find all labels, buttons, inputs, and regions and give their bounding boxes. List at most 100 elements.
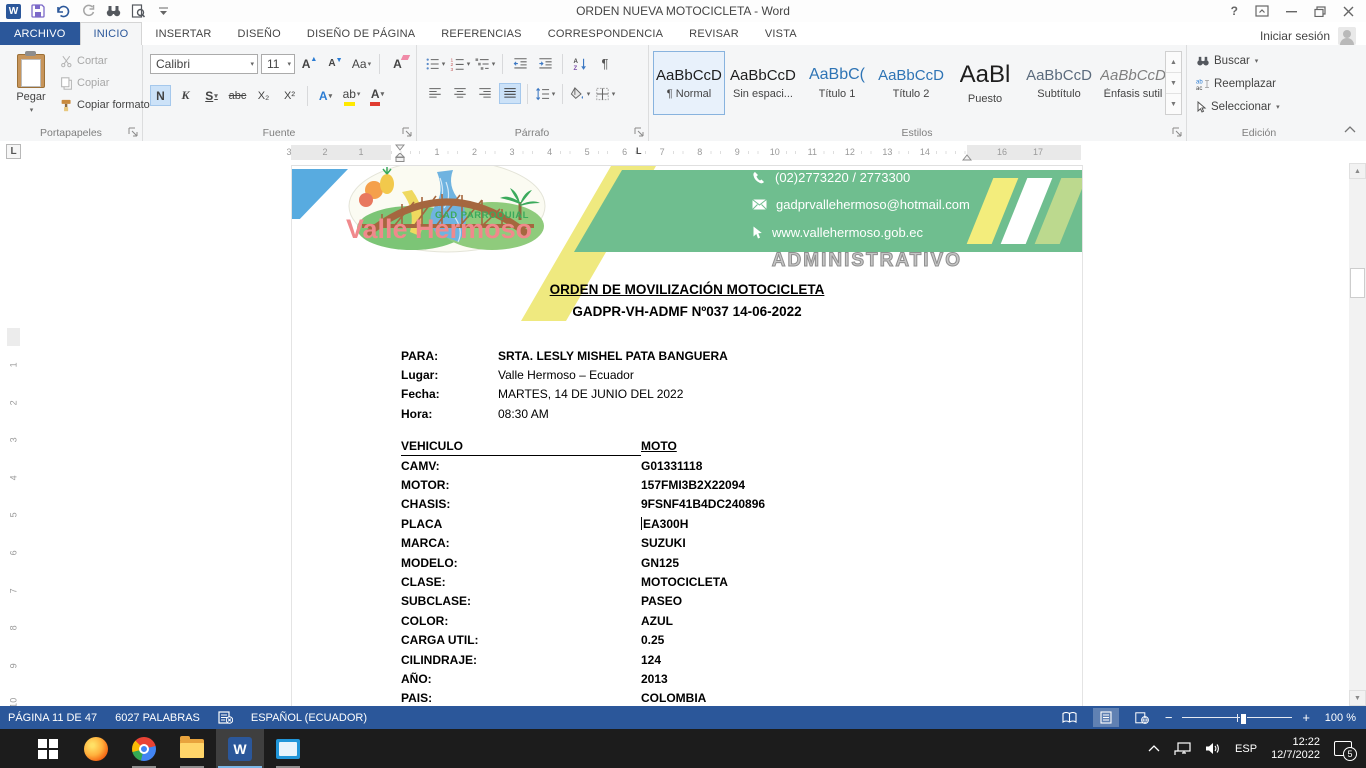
sort-button[interactable]: AZ — [569, 53, 591, 74]
collapse-ribbon-icon[interactable] — [1344, 126, 1356, 133]
subscript-button[interactable]: X₂ — [252, 85, 275, 106]
bold-button[interactable]: N — [150, 85, 171, 106]
right-indent-marker[interactable] — [962, 154, 972, 161]
ribbon-display-options-icon[interactable] — [1255, 5, 1269, 17]
scroll-up-icon[interactable]: ▲ — [1349, 163, 1366, 179]
scrollbar-thumb[interactable] — [1350, 268, 1365, 298]
multilevel-list-button[interactable]: ▾ — [474, 53, 496, 74]
format-painter-button[interactable]: Copiar formato — [60, 97, 150, 113]
underline-button[interactable]: S▾ — [200, 85, 223, 106]
increase-indent-button[interactable] — [534, 53, 556, 74]
zoom-out-icon[interactable]: − — [1165, 710, 1173, 725]
zoom-slider-handle[interactable] — [1240, 713, 1247, 725]
borders-button[interactable]: ▾ — [594, 83, 616, 104]
find-button[interactable]: Buscar▾ — [1196, 53, 1280, 69]
print-preview-icon[interactable] — [130, 3, 146, 19]
change-case-button[interactable]: Aa▾ — [350, 53, 373, 74]
font-size-combobox[interactable]: 11 ▾ — [261, 54, 295, 74]
tray-clock[interactable]: 12:22 12/7/2022 — [1271, 736, 1320, 762]
ribbon-tab[interactable]: REFERENCIAS — [428, 22, 534, 45]
paragraph-dialog-launcher-icon[interactable] — [634, 127, 645, 138]
notification-center-icon[interactable]: 5 — [1334, 740, 1354, 758]
style-item[interactable]: AaBbCcDc ¶ Normal — [653, 51, 725, 115]
style-item[interactable]: AaBbCcD Título 2 — [875, 51, 947, 115]
line-spacing-button[interactable]: ▾ — [534, 83, 556, 104]
ribbon-tab[interactable]: INICIO — [80, 22, 143, 45]
taskbar-firefox[interactable] — [72, 729, 120, 768]
start-button[interactable] — [24, 729, 72, 768]
taskbar-explorer[interactable] — [168, 729, 216, 768]
zoom-level[interactable]: 100 % — [1320, 712, 1356, 724]
select-button[interactable]: Seleccionar▾ — [1196, 99, 1280, 115]
left-indent-marker[interactable] — [395, 153, 405, 162]
zoom-in-icon[interactable]: + — [1302, 710, 1310, 725]
word-app-icon[interactable]: W — [6, 4, 21, 19]
text-effects-button[interactable]: A▾ — [314, 85, 337, 106]
ribbon-tab[interactable]: INSERTAR — [142, 22, 224, 45]
tab-selector[interactable]: L — [6, 144, 21, 159]
help-icon[interactable]: ? — [1231, 4, 1238, 18]
strikethrough-button[interactable]: abc — [226, 85, 249, 106]
grow-font-button[interactable]: A▲ — [298, 53, 321, 74]
tab-stop-marker[interactable]: L — [636, 146, 642, 156]
superscript-button[interactable]: X² — [278, 85, 301, 106]
undo-icon[interactable] — [55, 3, 71, 19]
bullets-button[interactable]: ▾ — [424, 53, 446, 74]
style-item[interactable]: AaBl Puesto — [949, 51, 1021, 115]
find-icon[interactable] — [105, 3, 121, 19]
paste-button[interactable]: Pegar ▾ — [6, 50, 56, 124]
print-layout-icon[interactable] — [1093, 708, 1119, 727]
clear-formatting-button[interactable]: A — [386, 53, 409, 74]
web-layout-icon[interactable] — [1129, 708, 1155, 727]
cut-button[interactable]: Cortar — [60, 53, 150, 69]
ribbon-tab[interactable]: ARCHIVO — [0, 22, 80, 45]
ribbon-tab[interactable]: CORRESPONDENCIA — [535, 22, 676, 45]
styles-dialog-launcher-icon[interactable] — [1172, 127, 1183, 138]
italic-button[interactable]: K — [174, 85, 197, 106]
sign-in[interactable]: Iniciar sesión — [1260, 27, 1366, 45]
qat-customize-icon[interactable] — [155, 3, 171, 19]
ribbon-tab[interactable]: VISTA — [752, 22, 810, 45]
style-item[interactable]: AaBbC( Título 1 — [801, 51, 873, 115]
align-right-button[interactable] — [474, 83, 496, 104]
taskbar-chrome[interactable] — [120, 729, 168, 768]
styles-scroll-down-icon[interactable]: ▼ — [1166, 73, 1181, 94]
align-center-button[interactable] — [449, 83, 471, 104]
style-item[interactable]: AaBbCcDc Sin espaci... — [727, 51, 799, 115]
tray-language[interactable]: ESP — [1235, 743, 1257, 755]
save-icon[interactable] — [30, 3, 46, 19]
document-page[interactable]: (02)2773220 / 2773300 gadprvallehermoso@… — [291, 165, 1083, 706]
minimize-icon[interactable] — [1286, 6, 1297, 16]
copy-button[interactable]: Copiar — [60, 75, 150, 91]
tray-chevron-up-icon[interactable] — [1148, 745, 1160, 752]
shrink-font-button[interactable]: A▼ — [324, 53, 347, 74]
language-status[interactable]: ESPAÑOL (ECUADOR) — [251, 712, 367, 724]
restore-icon[interactable] — [1314, 6, 1326, 17]
ribbon-tab[interactable]: DISEÑO DE PÁGINA — [294, 22, 428, 45]
page-count[interactable]: PÁGINA 11 DE 47 — [8, 712, 97, 724]
justify-button[interactable] — [499, 83, 521, 104]
network-icon[interactable] — [1174, 742, 1191, 756]
ribbon-tab[interactable]: DISEÑO — [225, 22, 294, 45]
numbering-button[interactable]: 123▾ — [449, 53, 471, 74]
show-marks-button[interactable]: ¶ — [594, 53, 616, 74]
decrease-indent-button[interactable] — [509, 53, 531, 74]
taskbar-word[interactable]: W — [216, 729, 264, 768]
styles-more-icon[interactable]: ▼ — [1166, 94, 1181, 114]
style-item[interactable]: AaBbCcD Subtítulo — [1023, 51, 1095, 115]
scroll-down-icon[interactable]: ▼ — [1349, 690, 1366, 706]
align-left-button[interactable] — [424, 83, 446, 104]
first-line-indent-marker[interactable] — [395, 144, 405, 151]
font-dialog-launcher-icon[interactable] — [402, 127, 413, 138]
font-color-button[interactable]: A▾ — [366, 83, 389, 108]
redo-icon[interactable] — [80, 3, 96, 19]
shading-button[interactable]: ▾ — [569, 83, 591, 104]
read-mode-icon[interactable] — [1057, 708, 1083, 727]
styles-scroll-up-icon[interactable]: ▲ — [1166, 52, 1181, 73]
style-item[interactable]: AaBbCcDc Énfasis sutil — [1097, 51, 1169, 115]
word-count[interactable]: 6027 PALABRAS — [115, 712, 200, 724]
close-icon[interactable] — [1343, 6, 1354, 17]
vertical-scrollbar[interactable]: ▲ ▼ — [1349, 163, 1366, 706]
horizontal-ruler[interactable]: 321 1234567891011121314 1617 L — [291, 145, 1081, 160]
highlight-color-button[interactable]: ab▾ — [340, 83, 363, 108]
